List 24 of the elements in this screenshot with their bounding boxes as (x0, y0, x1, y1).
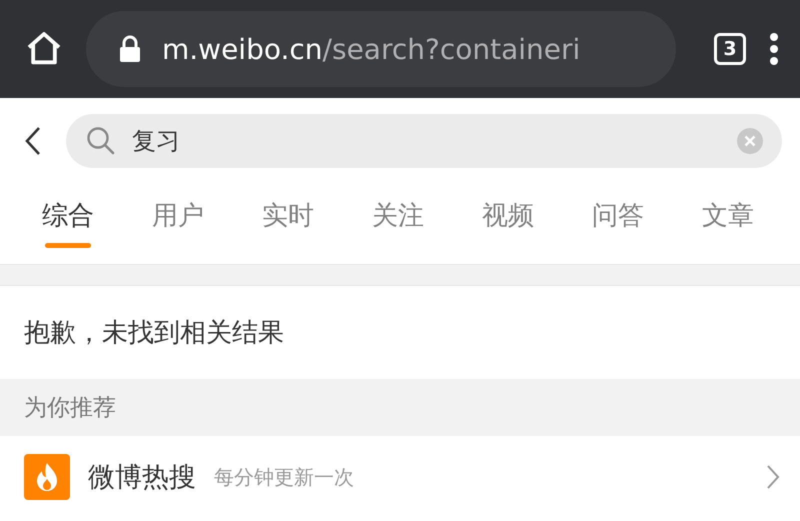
search-tab[interactable]: 问答 (574, 168, 662, 264)
search-field[interactable]: 复习 (66, 114, 782, 168)
search-icon (86, 126, 116, 156)
search-tab[interactable]: 用户 (134, 168, 222, 264)
search-tab[interactable]: 关注 (354, 168, 442, 264)
no-results-message: 抱歉，未找到相关结果 (23, 317, 285, 350)
address-bar[interactable]: m.weibo.cn/search?containeri (86, 11, 676, 87)
search-tab[interactable]: 视频 (464, 168, 552, 264)
flame-icon (24, 454, 70, 500)
recommendation-title: 微博热搜 (88, 461, 196, 495)
search-tab[interactable]: 综合 (24, 168, 112, 264)
section-title: 为你推荐 (0, 379, 800, 436)
chevron-right-icon (766, 464, 780, 490)
recommendation-subtitle: 每分钟更新一次 (214, 464, 355, 490)
recommendation-item[interactable]: 微博热搜 每分钟更新一次 (0, 436, 800, 518)
back-icon (24, 126, 42, 156)
search-tab[interactable]: 实时 (244, 168, 332, 264)
menu-button[interactable] (768, 32, 780, 66)
back-button[interactable] (24, 126, 42, 156)
tab-count-button[interactable]: 3 (714, 33, 746, 65)
menu-icon (768, 32, 780, 66)
url-text: m.weibo.cn/search?containeri (162, 32, 580, 66)
lock-icon (118, 35, 142, 63)
search-tab[interactable]: 文章 (684, 168, 772, 264)
